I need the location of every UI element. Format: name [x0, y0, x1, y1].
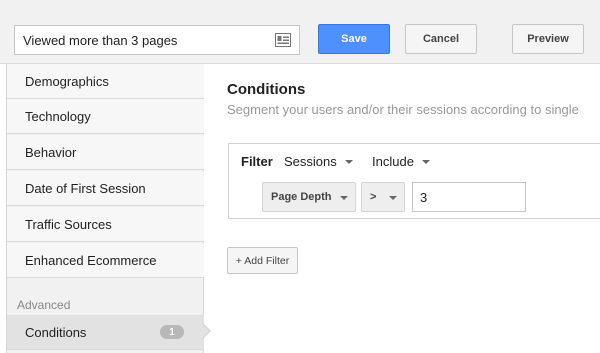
sidebar-item-label: Traffic Sources: [25, 216, 112, 232]
sidebar-item-traffic-sources[interactable]: Traffic Sources: [7, 207, 204, 242]
segment-toolbar: Save Cancel Preview: [0, 0, 600, 64]
sidebar-section-advanced: Advanced: [17, 298, 71, 312]
page-title: Conditions: [227, 81, 306, 98]
save-button[interactable]: Save: [318, 24, 390, 54]
page-subtitle: Segment your users and/or their sessions…: [227, 102, 579, 117]
filter-label: Filter: [241, 154, 273, 169]
chevron-down-icon: [340, 196, 348, 200]
sidebar-item-date-of-first-session[interactable]: Date of First Session: [7, 171, 204, 206]
chevron-down-icon: [421, 159, 430, 164]
include-dropdown[interactable]: Include: [372, 154, 430, 169]
condition-value-input[interactable]: [412, 182, 526, 212]
sidebar-item-label: Behavior: [25, 144, 77, 160]
contact-card-icon: [275, 33, 291, 47]
active-item-pointer: [201, 322, 211, 340]
scope-dropdown-value: Sessions: [284, 154, 337, 169]
cancel-button[interactable]: Cancel: [405, 24, 477, 54]
chevron-down-icon: [389, 196, 397, 200]
segment-name-field[interactable]: [14, 25, 300, 55]
operator-dropdown[interactable]: >: [361, 182, 405, 212]
sidebar-item-conditions[interactable]: Conditions 1: [7, 315, 204, 350]
scope-dropdown[interactable]: Sessions: [284, 154, 353, 169]
sidebar-item-enhanced-ecommerce[interactable]: Enhanced Ecommerce: [7, 243, 204, 278]
sidebar-item-technology[interactable]: Technology: [7, 99, 204, 134]
segment-sidebar: Demographics Technology Behavior Date of…: [6, 64, 204, 353]
sidebar-item-label: Enhanced Ecommerce: [25, 252, 157, 268]
sidebar-item-label: Date of First Session: [25, 180, 146, 196]
dimension-dropdown-value: Page Depth: [271, 191, 332, 203]
preview-button[interactable]: Preview: [512, 24, 584, 54]
include-dropdown-value: Include: [372, 154, 414, 169]
sidebar-item-label: Conditions: [25, 324, 87, 340]
sidebar-item-behavior[interactable]: Behavior: [7, 135, 204, 170]
dimension-dropdown[interactable]: Page Depth: [262, 182, 356, 212]
count-badge: 1: [160, 325, 184, 339]
sidebar-item-label: Demographics: [25, 73, 109, 89]
sidebar-item-label: Technology: [25, 108, 91, 124]
chevron-down-icon: [344, 159, 353, 164]
segment-name-input[interactable]: [15, 26, 299, 54]
add-filter-button[interactable]: + Add Filter: [227, 247, 298, 274]
operator-dropdown-value: >: [370, 191, 377, 203]
filter-card: Filter Sessions Include Page Depth >: [228, 143, 600, 219]
sidebar-item-demographics[interactable]: Demographics: [7, 64, 204, 99]
